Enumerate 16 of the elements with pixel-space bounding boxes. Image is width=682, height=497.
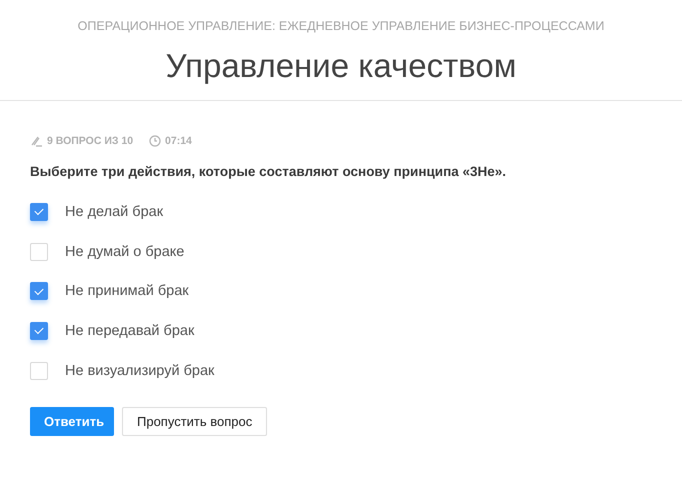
option-label[interactable]: Не делай брак	[65, 204, 164, 220]
checkbox[interactable]	[30, 282, 48, 300]
option-label[interactable]: Не думай о браке	[65, 244, 184, 260]
option-label[interactable]: Не визуализируй брак	[65, 362, 214, 379]
course-title: ОПЕРАЦИОННОЕ УПРАВЛЕНИЕ: ЕЖЕДНЕВНОЕ УПРАВЛЕНИЕ БИЗНЕС-ПРОЦЕССАМИ	[78, 19, 604, 33]
option-label[interactable]: Не принимай брак	[65, 283, 189, 300]
checkbox[interactable]	[30, 322, 48, 340]
question-counter: 9 ВОПРОС ИЗ 10	[47, 135, 134, 147]
option-label[interactable]: Не передавай брак	[65, 322, 194, 339]
question-text: Выберите три действия, которые составляют основу принципа «3Не».	[30, 164, 508, 179]
timer: 07:14	[165, 135, 192, 147]
page-title: Управление качеством	[166, 47, 516, 85]
clock-icon	[149, 135, 162, 147]
skip-button[interactable]: Пропустить вопрос	[122, 407, 268, 436]
checkbox[interactable]	[30, 202, 48, 221]
pencil-icon	[30, 135, 43, 147]
